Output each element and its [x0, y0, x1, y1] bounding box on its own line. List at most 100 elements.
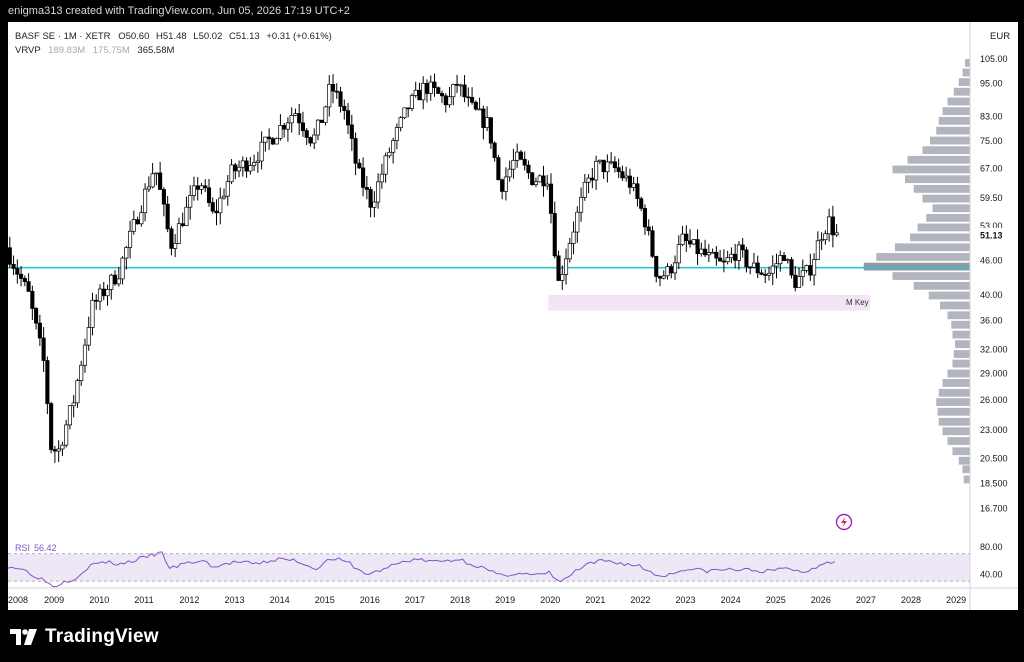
profile-bar	[965, 58, 970, 67]
candle-body	[548, 183, 554, 214]
profile-bar	[952, 447, 970, 456]
candle-body	[778, 255, 783, 265]
candle-body	[45, 360, 50, 404]
candle-body	[342, 105, 347, 111]
candle-body	[804, 265, 809, 271]
legend-vrvp: VRVP 189.83M 175.75M 365.58M	[15, 45, 174, 56]
profile-bar	[940, 301, 970, 310]
profile-bar	[953, 350, 970, 358]
candle-body	[315, 119, 321, 136]
legend-ohlc: BASF SE · 1M · XETR O50.60 H51.48 L50.02…	[15, 31, 332, 42]
candle-body	[597, 159, 602, 162]
candle-body	[526, 164, 531, 174]
rsi-legend: RSI 56.42	[15, 543, 57, 553]
candle-body	[755, 262, 760, 274]
profile-bar	[963, 475, 970, 484]
candle-body	[793, 274, 798, 288]
profile-bar	[938, 417, 970, 426]
candle-body	[391, 140, 396, 153]
candle-body	[368, 189, 373, 208]
candle-body	[688, 240, 693, 245]
candle-body	[766, 272, 772, 276]
m-key-zone[interactable]	[548, 294, 870, 311]
candle-body	[718, 257, 723, 262]
time-axis[interactable]: 2008 2009 2010 2011 2012 2013 2014 2015 2016 2017…	[8, 595, 966, 605]
profile-bar	[962, 68, 970, 77]
last-price-label: 51.13	[980, 230, 1003, 240]
candle-body	[714, 251, 719, 259]
rsi-axis[interactable]: 80.00 40.00	[980, 542, 1003, 579]
candle-body	[109, 274, 114, 290]
candle-body	[353, 138, 358, 164]
candle-body	[97, 288, 103, 302]
chart-panel[interactable]: M Key BASF SE · 1M · XETR O50.60 H51.48 …	[7, 22, 1018, 610]
candle-body	[815, 240, 820, 260]
price-axis[interactable]: 105.0095.0083.0075.0067.0059.5053.0046.0…	[972, 54, 1016, 514]
legend-symbol: BASF SE · 1M · XETR	[15, 31, 111, 42]
candle-body	[481, 108, 486, 128]
candle-body	[703, 248, 708, 256]
candle-body	[545, 183, 550, 187]
candle-body	[612, 161, 617, 169]
candle-body	[406, 107, 411, 110]
candle-body	[563, 258, 569, 275]
time-tick-2012: 2012	[179, 595, 199, 605]
candle-body	[541, 175, 546, 187]
candle-body	[364, 187, 369, 190]
profile-bar	[932, 204, 970, 213]
price-tick: 18.500	[980, 478, 1008, 488]
currency-label: EUR	[990, 31, 1010, 42]
candle-body	[635, 183, 640, 200]
time-tick-2019: 2019	[495, 595, 515, 605]
lightning-icon[interactable]	[835, 513, 853, 531]
candle-body	[537, 175, 542, 183]
candle-body	[300, 122, 306, 131]
candle-body	[75, 380, 80, 404]
price-tick: 83.00	[980, 111, 1003, 121]
profile-bar	[892, 272, 970, 280]
candle-body	[439, 93, 445, 97]
legend-high: 51.48	[163, 31, 187, 42]
candle-body	[7, 247, 12, 265]
candle-body	[477, 108, 482, 111]
profile-bar	[913, 184, 970, 193]
candle-body	[680, 233, 685, 246]
candle-body	[387, 151, 392, 157]
profile-bar	[951, 320, 970, 329]
profile-bar	[947, 311, 970, 320]
price-tick: 32.000	[980, 344, 1008, 354]
candle-body	[210, 202, 215, 212]
candle-body	[357, 162, 362, 169]
tradingview-logo[interactable]: TradingView	[10, 626, 159, 648]
candle-body	[748, 266, 753, 269]
candle-body	[819, 239, 824, 242]
profile-bar	[895, 243, 970, 252]
rsi-label: RSI	[15, 543, 30, 553]
candle-body	[646, 226, 651, 232]
price-tick: 26.000	[980, 395, 1008, 405]
rsi-band	[8, 553, 970, 582]
time-tick-2023: 2023	[676, 595, 696, 605]
candle-body	[338, 91, 343, 107]
candle-body	[759, 272, 764, 275]
vrvp-value-1: 189.83M	[48, 45, 85, 56]
price-tick: 67.00	[980, 164, 1003, 174]
legend-close: 51.13	[236, 31, 260, 42]
candle-body	[282, 125, 287, 130]
candle-body	[789, 259, 794, 276]
profile-bar	[938, 116, 970, 125]
chart-svg[interactable]: M Key BASF SE · 1M · XETR O50.60 H51.48 …	[7, 22, 1018, 610]
candle-body	[503, 176, 508, 192]
candle-body	[421, 83, 426, 101]
price-tick: 40.00	[980, 290, 1003, 300]
candle-body	[297, 113, 302, 124]
profile-bar	[947, 369, 970, 378]
candle-body	[669, 266, 674, 274]
time-tick-2021: 2021	[585, 595, 605, 605]
candle-body	[733, 253, 738, 261]
candle-body	[530, 172, 535, 186]
rsi-tick: 80.00	[980, 542, 1003, 552]
candle-body	[26, 281, 31, 292]
candle-body	[330, 84, 336, 92]
candle-body	[763, 274, 768, 276]
